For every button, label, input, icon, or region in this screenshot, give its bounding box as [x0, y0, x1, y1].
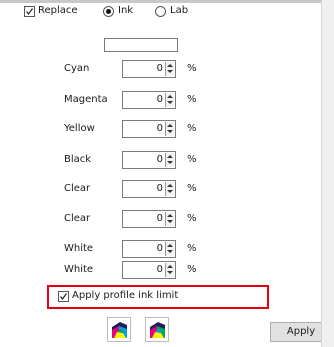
profile-button-1[interactable] — [107, 317, 131, 342]
ink-value: 0 — [156, 264, 163, 275]
spin-down-icon[interactable] — [167, 220, 173, 223]
ink-row-cyan: Cyan 0 % — [0, 60, 320, 78]
ink-value: 0 — [156, 154, 163, 165]
spin-up-icon[interactable] — [167, 214, 173, 217]
ink-value-field[interactable]: 0 — [122, 210, 176, 228]
radio-selected-dot — [106, 9, 111, 14]
spin-buttons[interactable] — [165, 93, 174, 107]
ink-value-field[interactable]: 0 — [122, 60, 176, 78]
ink-value: 0 — [156, 243, 163, 254]
spin-buttons[interactable] — [165, 153, 174, 167]
ink-value: 0 — [156, 183, 163, 194]
spin-up-icon[interactable] — [167, 95, 173, 98]
profile-limit-label: Apply profile ink limit — [72, 290, 179, 301]
ink-value-field[interactable]: 0 — [122, 240, 176, 258]
ink-row-magenta: Magenta 0 % — [0, 91, 320, 109]
ink-row-black: Black 0 % — [0, 151, 320, 169]
panel-top-border — [0, 0, 321, 3]
spin-down-icon[interactable] — [167, 70, 173, 73]
percent-label: % — [187, 154, 197, 165]
ink-label: Magenta — [64, 94, 108, 105]
spin-buttons[interactable] — [165, 182, 174, 196]
spin-buttons[interactable] — [165, 212, 174, 226]
profile-color-icon — [112, 322, 127, 338]
spin-down-icon[interactable] — [167, 250, 173, 253]
percent-label: % — [187, 243, 197, 254]
spin-up-icon[interactable] — [167, 184, 173, 187]
ink-label: Black — [64, 154, 92, 165]
radio-ink-label: Ink — [118, 5, 134, 16]
spin-buttons[interactable] — [165, 122, 174, 136]
ink-label: Clear — [64, 183, 91, 194]
profile-color-green-icon — [150, 322, 165, 338]
percent-label: % — [187, 183, 197, 194]
percent-label: % — [187, 94, 197, 105]
ink-label: Yellow — [64, 123, 95, 134]
percent-label: % — [187, 213, 197, 224]
ink-label: White — [64, 243, 94, 254]
percent-label: % — [187, 123, 197, 134]
ink-value-field[interactable]: 0 — [122, 91, 176, 109]
check-icon — [60, 293, 67, 300]
spin-up-icon[interactable] — [167, 155, 173, 158]
spin-buttons[interactable] — [165, 263, 174, 277]
profile-limit-checkbox[interactable] — [58, 291, 69, 302]
ink-value: 0 — [156, 123, 163, 134]
spin-up-icon[interactable] — [167, 265, 173, 268]
spin-buttons[interactable] — [165, 62, 174, 76]
spin-down-icon[interactable] — [167, 161, 173, 164]
ink-value-field[interactable]: 0 — [122, 151, 176, 169]
name-field[interactable] — [104, 38, 178, 52]
ink-value: 0 — [156, 94, 163, 105]
replace-label: Replace — [38, 5, 78, 16]
ink-label: Cyan — [64, 63, 90, 74]
radio-ink[interactable] — [103, 6, 114, 17]
spin-down-icon[interactable] — [167, 130, 173, 133]
spin-down-icon[interactable] — [167, 190, 173, 193]
ink-row-clear-2: Clear 0 % — [0, 210, 320, 228]
ink-label: White — [64, 264, 94, 275]
ink-row-white-1: White 0 % — [0, 240, 320, 258]
ink-row-white-2: White 0 % — [0, 261, 320, 279]
spin-down-icon[interactable] — [167, 101, 173, 104]
spin-up-icon[interactable] — [167, 124, 173, 127]
percent-label: % — [187, 63, 197, 74]
ink-label: Clear — [64, 213, 91, 224]
ink-value: 0 — [156, 213, 163, 224]
profile-button-2[interactable] — [145, 317, 169, 342]
radio-lab-label: Lab — [170, 5, 189, 16]
percent-label: % — [187, 264, 197, 275]
spin-up-icon[interactable] — [167, 64, 173, 67]
ink-row-yellow: Yellow 0 % — [0, 120, 320, 138]
spin-buttons[interactable] — [165, 242, 174, 256]
radio-lab[interactable] — [155, 6, 166, 17]
ink-value-field[interactable]: 0 — [122, 120, 176, 138]
spin-up-icon[interactable] — [167, 244, 173, 247]
ink-row-clear-1: Clear 0 % — [0, 180, 320, 198]
ink-value: 0 — [156, 63, 163, 74]
replace-checkbox[interactable] — [24, 6, 35, 17]
spin-down-icon[interactable] — [167, 271, 173, 274]
ink-value-field[interactable]: 0 — [122, 180, 176, 198]
check-icon — [26, 8, 33, 15]
vertical-scrollbar[interactable] — [321, 0, 334, 347]
ink-value-field[interactable]: 0 — [122, 261, 176, 279]
